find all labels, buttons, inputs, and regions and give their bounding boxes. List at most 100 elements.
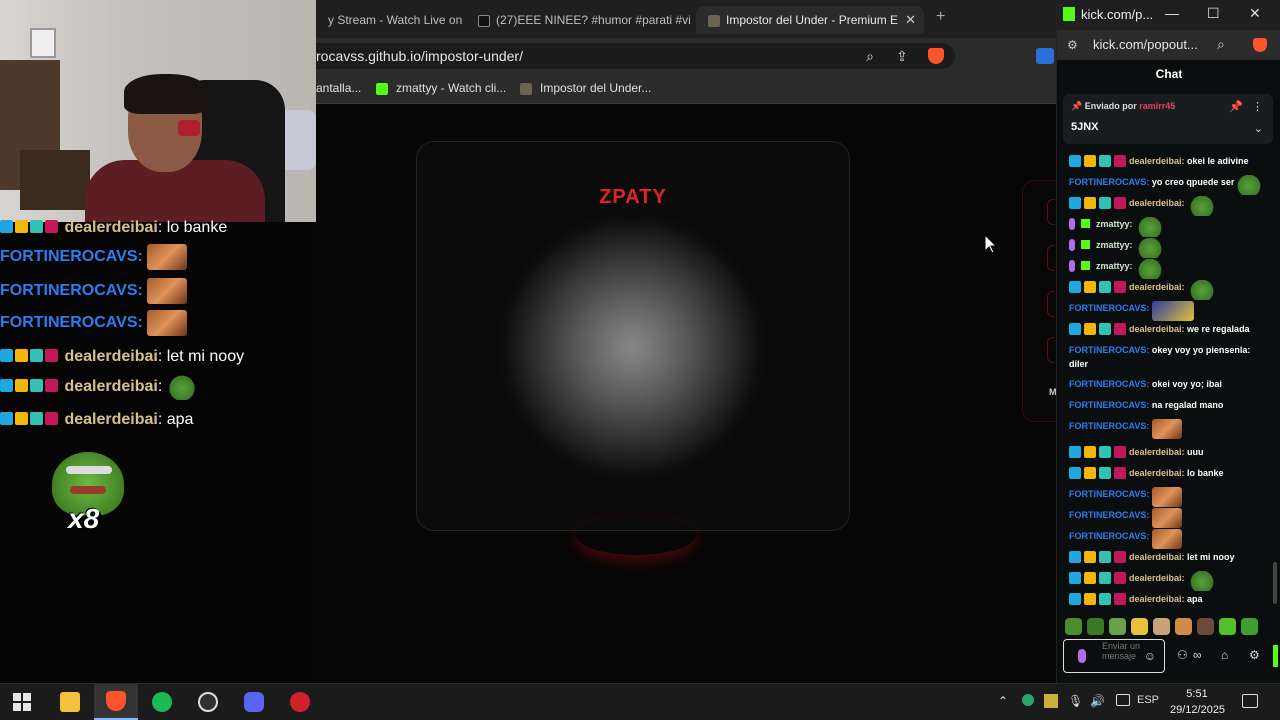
chat-message[interactable]: FORTINEROCAVS: (1069, 529, 1182, 549)
zoom-icon[interactable]: ⌕ (862, 48, 878, 64)
volume-icon[interactable]: 🔊 (1090, 694, 1105, 708)
chat-username[interactable]: FORTINEROCAVS (1069, 345, 1146, 355)
more-options-icon[interactable]: ⋮ (1252, 100, 1263, 113)
bookmark-pantalla[interactable]: antalla... (316, 81, 361, 95)
chat-message[interactable]: FORTINEROCAVS: (1069, 487, 1182, 507)
new-tab-button[interactable]: + (936, 8, 945, 26)
emote-pepe-icon[interactable] (1087, 618, 1104, 635)
emote-kick-icon[interactable] (1219, 618, 1236, 635)
chat-input[interactable]: Enviar un mensaje ☺ (1063, 639, 1165, 673)
brave-shield-icon[interactable] (928, 48, 944, 64)
emote-cat-icon[interactable] (1153, 618, 1170, 635)
glasses-icon[interactable]: ∞ (1193, 648, 1202, 662)
chat-message[interactable]: zmattyy: (1069, 238, 1166, 258)
chevron-up-icon[interactable]: ⌃ (998, 694, 1008, 708)
emote-face-icon[interactable] (1197, 618, 1214, 635)
chat-username[interactable]: dealerdeibai (1129, 447, 1182, 457)
chat-username[interactable]: dealerdeibai (1129, 324, 1182, 334)
pin-icon[interactable]: 📌 (1229, 100, 1243, 113)
bookmark-zmattyy[interactable]: zmattyy - Watch cli... (376, 81, 506, 95)
share-icon[interactable]: ⇪ (894, 48, 910, 64)
close-tab-icon[interactable]: ✕ (905, 6, 916, 34)
chat-message[interactable]: dealerdeibai: (1069, 280, 1218, 300)
site-settings-icon[interactable]: ⚙ (1067, 38, 1078, 52)
side-tab[interactable] (1047, 245, 1055, 271)
chat-username[interactable]: FORTINEROCAVS (1069, 177, 1146, 187)
emote-face-icon[interactable] (1175, 618, 1192, 635)
chat-message[interactable]: FORTINEROCAVS: yo creo qpuede ser (1069, 175, 1265, 195)
tray-app-icon[interactable] (1044, 694, 1058, 708)
system-clock[interactable]: 5:51 29/12/2025 (1170, 686, 1225, 718)
close-window-icon[interactable]: ✕ (1249, 5, 1261, 22)
emote-kick-icon[interactable] (1241, 618, 1258, 635)
obs-icon[interactable] (186, 684, 230, 720)
chat-message[interactable]: FORTINEROCAVS: na regalad mano (1069, 398, 1223, 412)
chat-username[interactable]: dealerdeibai (1129, 156, 1182, 166)
language-indicator[interactable]: ESP (1137, 694, 1159, 706)
emote-pepe-icon[interactable] (1065, 618, 1082, 635)
chat-message[interactable]: dealerdeibai: apa (1069, 592, 1203, 606)
app-icon[interactable] (278, 684, 322, 720)
chat-scrollbar[interactable] (1273, 562, 1277, 604)
chat-message[interactable]: dealerdeibai: (1069, 196, 1218, 216)
minimize-icon[interactable]: — (1165, 5, 1179, 21)
chat-username[interactable]: FORTINEROCAVS (1069, 303, 1146, 313)
chat-message[interactable]: FORTINEROCAVS: (1069, 508, 1182, 528)
network-icon[interactable] (1116, 694, 1130, 706)
notifications-icon[interactable] (1242, 694, 1258, 708)
chat-username[interactable]: dealerdeibai (1129, 573, 1182, 583)
chat-username[interactable]: FORTINEROCAVS (1069, 400, 1146, 410)
emoji-icon[interactable]: ☺ (1144, 649, 1156, 663)
emote-yellow-icon[interactable] (1131, 618, 1148, 635)
chat-message[interactable]: zmattyy: (1069, 217, 1166, 237)
chat-username[interactable]: dealerdeibai (1129, 468, 1182, 478)
chat-message[interactable]: dealerdeibai: uuu (1069, 445, 1204, 459)
file-explorer-icon[interactable] (48, 684, 92, 720)
microphone-icon[interactable]: 🎙 (1068, 694, 1083, 708)
windows-start-icon[interactable] (0, 684, 44, 720)
emote-pepe-icon[interactable] (1109, 618, 1126, 635)
store-icon[interactable]: ⌂ (1221, 648, 1228, 662)
tab-impostor[interactable]: Impostor del Under - Premium E ✕ (696, 6, 924, 34)
game-card[interactable]: ZPATY (416, 141, 850, 531)
tab-tiktok[interactable]: (27)EEE NINEE? #humor #parati #vira (466, 6, 690, 34)
settings-gear-icon[interactable]: ⚙ (1249, 648, 1260, 662)
chat-message[interactable]: dealerdeibai: we re regalada (1069, 322, 1250, 336)
kick-url-field[interactable]: kick.com/popout... (1093, 37, 1198, 52)
pinned-message[interactable]: 📌 Enviado por ramirr45 5JNX 📌 ⋮ ⌄ (1063, 94, 1273, 144)
maximize-icon[interactable]: ☐ (1207, 5, 1220, 22)
chat-username[interactable]: zmattyy (1096, 240, 1130, 250)
tray-app-icon[interactable] (1022, 694, 1034, 706)
chat-username[interactable]: FORTINEROCAVS (1069, 531, 1146, 541)
side-tab[interactable] (1047, 199, 1055, 225)
chat-username[interactable]: dealerdeibai (1129, 282, 1182, 292)
bookmark-impostor[interactable]: Impostor del Under... (520, 81, 651, 95)
chat-message[interactable]: FORTINEROCAVS: (1069, 419, 1182, 439)
chevron-down-icon[interactable]: ⌄ (1254, 122, 1263, 135)
chat-username[interactable]: FORTINEROCAVS (1069, 379, 1146, 389)
chat-username[interactable]: dealerdeibai (1129, 594, 1182, 604)
brave-shield-icon[interactable] (1253, 38, 1267, 52)
brave-browser-icon[interactable] (94, 684, 138, 720)
chat-username[interactable]: dealerdeibai (1129, 552, 1182, 562)
chat-message[interactable]: diler (1069, 357, 1088, 371)
chat-username[interactable]: dealerdeibai (1129, 198, 1182, 208)
zoom-icon[interactable]: ⌕ (1217, 36, 1225, 53)
chat-message[interactable]: FORTINEROCAVS: (1069, 301, 1194, 321)
side-tab[interactable] (1047, 337, 1055, 363)
tab-kick-stream[interactable]: y Stream - Watch Live on K (316, 6, 464, 34)
translate-icon[interactable] (1036, 48, 1054, 64)
chat-username[interactable]: zmattyy (1096, 261, 1130, 271)
chat-message[interactable]: dealerdeibai: (1069, 571, 1218, 591)
chat-username[interactable]: FORTINEROCAVS (1069, 489, 1146, 499)
chat-username[interactable]: zmattyy (1096, 219, 1130, 229)
chat-message[interactable]: dealerdeibai: okei le adivine (1069, 154, 1249, 168)
discord-icon[interactable] (232, 684, 276, 720)
spotify-icon[interactable] (140, 684, 184, 720)
chat-username[interactable]: FORTINEROCAVS (1069, 421, 1146, 431)
chat-message[interactable]: FORTINEROCAVS: okey voy yo piensenla: (1069, 343, 1250, 357)
chat-username[interactable]: FORTINEROCAVS (1069, 510, 1146, 520)
chat-message[interactable]: dealerdeibai: let mi nooy (1069, 550, 1235, 564)
chat-message[interactable]: dealerdeibai: lo banke (1069, 466, 1224, 480)
side-tab[interactable] (1047, 291, 1055, 317)
